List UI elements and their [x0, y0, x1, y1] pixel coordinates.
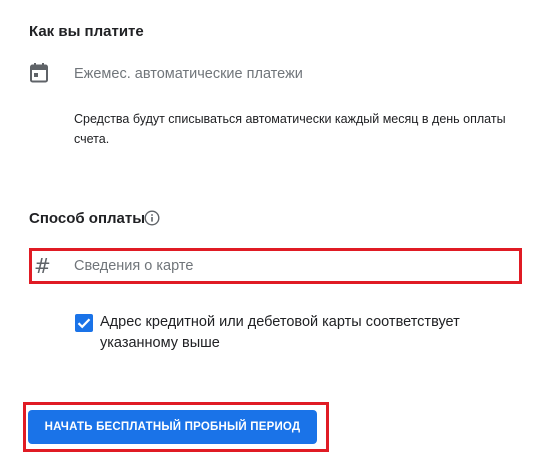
address-match-checkbox[interactable] [75, 314, 93, 332]
calendar-icon [29, 62, 49, 84]
card-details-field[interactable]: # [29, 248, 522, 284]
info-icon[interactable] [144, 210, 160, 226]
payment-schedule-title: Как вы платите [29, 23, 144, 40]
start-free-trial-button[interactable]: НАЧАТЬ БЕСПЛАТНЫЙ ПРОБНЫЙ ПЕРИОД [28, 410, 317, 444]
payment-method-label: Ежемес. автоматические платежи [74, 66, 303, 82]
card-details-input[interactable] [74, 255, 494, 277]
payment-page: Как вы платите Ежемес. автоматические пл… [0, 0, 555, 461]
payment-method-title: Способ оплаты [29, 210, 146, 227]
check-icon [77, 318, 91, 329]
payment-description: Средства будут списываться автоматически… [74, 112, 506, 146]
payment-schedule-row [29, 62, 49, 84]
address-match-label[interactable]: Адрес кредитной или дебетовой карты соот… [100, 312, 520, 354]
hash-icon: # [34, 254, 51, 278]
